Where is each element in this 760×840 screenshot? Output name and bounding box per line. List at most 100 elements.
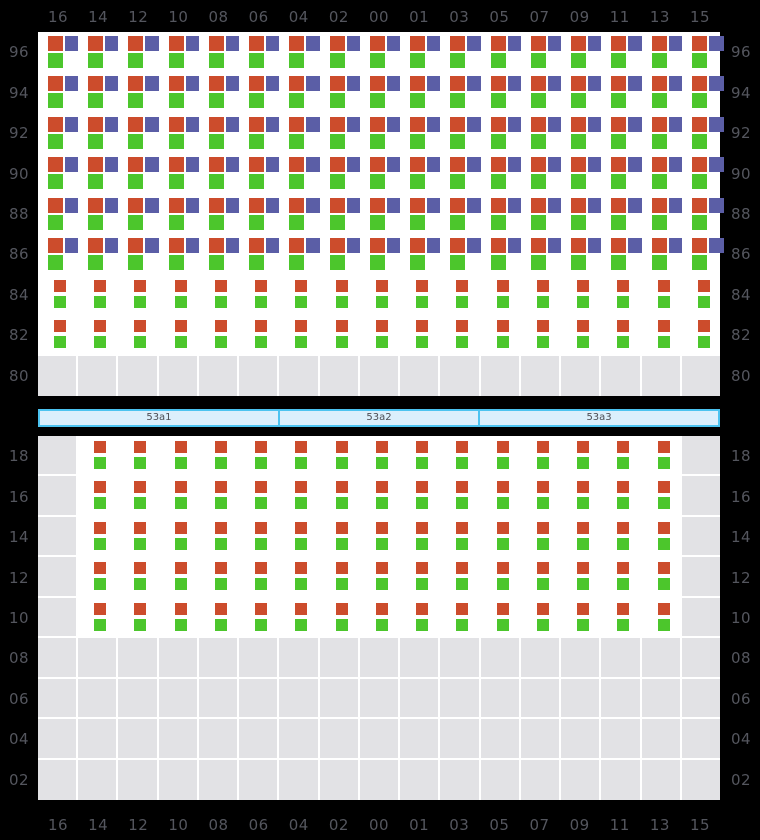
grid-cell-filled[interactable] [480,597,521,639]
grid-cell-filled[interactable] [400,557,441,598]
grid-cell-filled[interactable] [359,315,401,356]
grid-cell-filled[interactable] [400,315,441,356]
grid-cell-filled[interactable] [480,274,521,316]
grid-cell-filled[interactable] [198,436,240,477]
segment-label[interactable]: 53a3 [480,411,718,425]
grid-cell-filled[interactable] [359,516,401,558]
grid-cell-filled[interactable] [158,112,201,154]
segment-label-bar[interactable]: 53a1 53a2 53a3 [38,409,720,427]
grid-cell-filled[interactable] [400,476,441,517]
grid-cell-filled[interactable] [681,234,724,275]
grid-cell-filled[interactable] [440,516,481,558]
grid-cell-filled[interactable] [480,32,523,73]
grid-cell-filled[interactable] [279,112,322,154]
grid-cell-filled[interactable] [118,112,161,154]
grid-cell-filled[interactable] [359,153,402,194]
grid-cell-filled[interactable] [78,476,119,517]
grid-cell-filled[interactable] [480,153,523,194]
grid-cell-filled[interactable] [38,274,79,316]
grid-cell-filled[interactable] [601,557,642,598]
grid-cell-filled[interactable] [601,597,642,639]
grid-cell-filled[interactable] [601,274,642,316]
grid-cell-filled[interactable] [239,193,282,235]
grid-cell-filled[interactable] [239,476,280,517]
grid-cell-filled[interactable] [561,516,602,558]
grid-cell-filled[interactable] [359,193,402,235]
grid-cell-filled[interactable] [198,234,241,275]
grid-cell-filled[interactable] [480,436,521,477]
grid-cell-filled[interactable] [561,153,604,194]
grid-cell-filled[interactable] [641,516,682,558]
grid-cell-filled[interactable] [400,193,443,235]
grid-cell-filled[interactable] [520,476,562,517]
grid-cell-filled[interactable] [239,557,280,598]
grid-cell-filled[interactable] [78,557,119,598]
grid-cell-filled[interactable] [561,274,602,316]
grid-cell-filled[interactable] [78,72,121,113]
grid-cell-filled[interactable] [158,234,201,275]
grid-cell-filled[interactable] [641,476,682,517]
grid-cell-filled[interactable] [561,112,604,154]
grid-cell-filled[interactable] [38,193,80,235]
grid-cell-filled[interactable] [239,516,280,558]
grid-cell-filled[interactable] [38,32,80,73]
grid-cell-filled[interactable] [601,153,644,194]
grid-cell-filled[interactable] [279,72,322,113]
grid-cell-filled[interactable] [520,153,563,194]
grid-cell-filled[interactable] [561,597,602,639]
grid-cell-filled[interactable] [520,557,562,598]
grid-cell-filled[interactable] [601,32,644,73]
grid-cell-filled[interactable] [641,274,682,316]
grid-cell-filled[interactable] [561,193,604,235]
grid-cell-filled[interactable] [239,597,280,639]
grid-cell-filled[interactable] [520,436,562,477]
grid-cell-filled[interactable] [158,32,201,73]
grid-cell-filled[interactable] [319,234,362,275]
grid-cell-filled[interactable] [319,516,360,558]
grid-cell-filled[interactable] [78,597,119,639]
grid-cell-filled[interactable] [561,32,604,73]
grid-cell-filled[interactable] [279,153,322,194]
grid-cell-filled[interactable] [198,153,241,194]
grid-cell-filled[interactable] [440,274,481,316]
grid-cell-filled[interactable] [239,436,280,477]
grid-cell-filled[interactable] [198,476,240,517]
grid-cell-filled[interactable] [681,193,724,235]
grid-cell-filled[interactable] [118,315,159,356]
grid-cell-filled[interactable] [158,274,199,316]
grid-cell-filled[interactable] [78,274,119,316]
grid-cell-filled[interactable] [641,112,684,154]
grid-cell-filled[interactable] [480,476,521,517]
grid-cell-filled[interactable] [601,516,642,558]
grid-cell-filled[interactable] [319,274,360,316]
grid-cell-filled[interactable] [400,112,443,154]
grid-cell-filled[interactable] [681,153,724,194]
grid-cell-filled[interactable] [641,315,682,356]
grid-cell-filled[interactable] [279,436,320,477]
grid-cell-filled[interactable] [561,234,604,275]
grid-cell-filled[interactable] [440,193,483,235]
grid-cell-filled[interactable] [279,597,320,639]
grid-cell-filled[interactable] [118,476,159,517]
grid-cell-filled[interactable] [440,436,481,477]
grid-cell-filled[interactable] [359,476,401,517]
grid-cell-filled[interactable] [38,72,80,113]
grid-cell-filled[interactable] [681,112,724,154]
grid-cell-filled[interactable] [38,112,80,154]
grid-cell-filled[interactable] [641,72,684,113]
grid-cell-filled[interactable] [561,436,602,477]
grid-cell-filled[interactable] [198,72,241,113]
grid-cell-filled[interactable] [279,234,322,275]
grid-cell-filled[interactable] [279,476,320,517]
grid-cell-filled[interactable] [279,516,320,558]
grid-cell-filled[interactable] [561,72,604,113]
grid-cell-filled[interactable] [78,516,119,558]
grid-cell-filled[interactable] [440,153,483,194]
grid-cell-filled[interactable] [681,32,724,73]
grid-cell-filled[interactable] [279,315,320,356]
grid-cell-filled[interactable] [641,436,682,477]
grid-cell-filled[interactable] [400,516,441,558]
grid-cell-filled[interactable] [239,32,282,73]
grid-cell-filled[interactable] [681,274,720,316]
grid-cell-filled[interactable] [681,72,724,113]
